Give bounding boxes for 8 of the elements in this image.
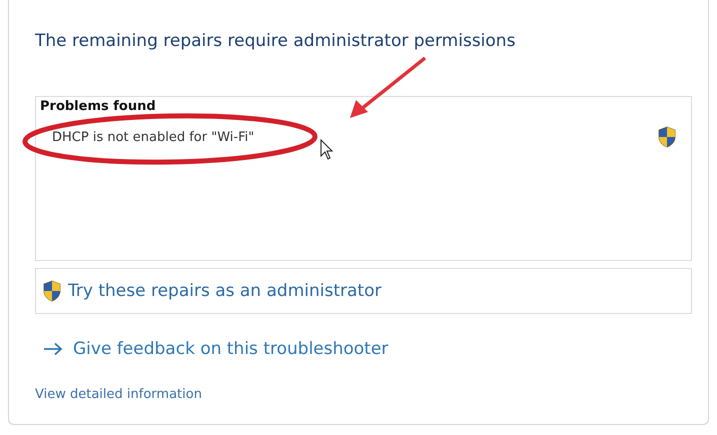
problems-title: Problems found (40, 99, 157, 114)
repair-button[interactable]: Try these repairs as an administrator (35, 268, 692, 314)
problem-text[interactable]: DHCP is not enabled for "Wi-Fi" (52, 130, 254, 144)
arrow-icon (43, 342, 63, 356)
feedback-link[interactable]: Give feedback on this troubleshooter (35, 339, 388, 359)
details-link[interactable]: View detailed information (35, 387, 202, 402)
cursor-icon (320, 139, 334, 160)
dialog-heading: The remaining repairs require administrator permissions (35, 31, 516, 51)
